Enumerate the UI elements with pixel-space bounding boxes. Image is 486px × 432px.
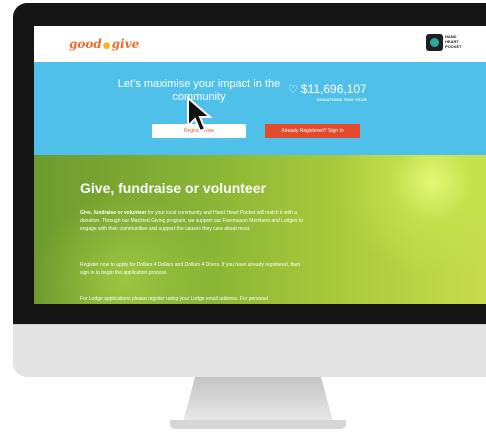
site-header: good●give HAND HEART POCKET [34,26,486,62]
donation-amount: $11,696,107 [300,82,367,96]
donation-label: DONATIONS THIS YEAR [316,97,367,102]
register-paragraph: Register now to apply for Dollars 4 Doll… [80,262,301,276]
mouse-pointer-icon [187,96,213,133]
sign-in-button[interactable]: Already Registered? Sign In [265,124,360,138]
hand-heart-pocket-logo[interactable]: HAND HEART POCKET [426,34,462,51]
lodge-paragraph: For Lodge applications please register u… [80,296,268,302]
hero-banner: Let’s maximise your impact in the commun… [34,62,486,155]
heart-outline-icon: ♡ [288,83,298,96]
good2give-logo[interactable]: good●give [69,37,139,51]
browser-screen: good●give HAND HEART POCKET Let’s maximi… [34,26,486,304]
hand-heart-pocket-icon [426,34,443,51]
monitor-stand [183,377,333,422]
donations-stat: ♡ $11,696,107 DONATIONS THIS YEAR [288,82,367,102]
content-heading: Give, fundraise or volunteer [80,180,266,196]
monitor-chin [13,324,486,377]
monitor-base [170,420,346,429]
intro-paragraph: Give, fundraise or volunteer for your lo… [80,210,304,232]
